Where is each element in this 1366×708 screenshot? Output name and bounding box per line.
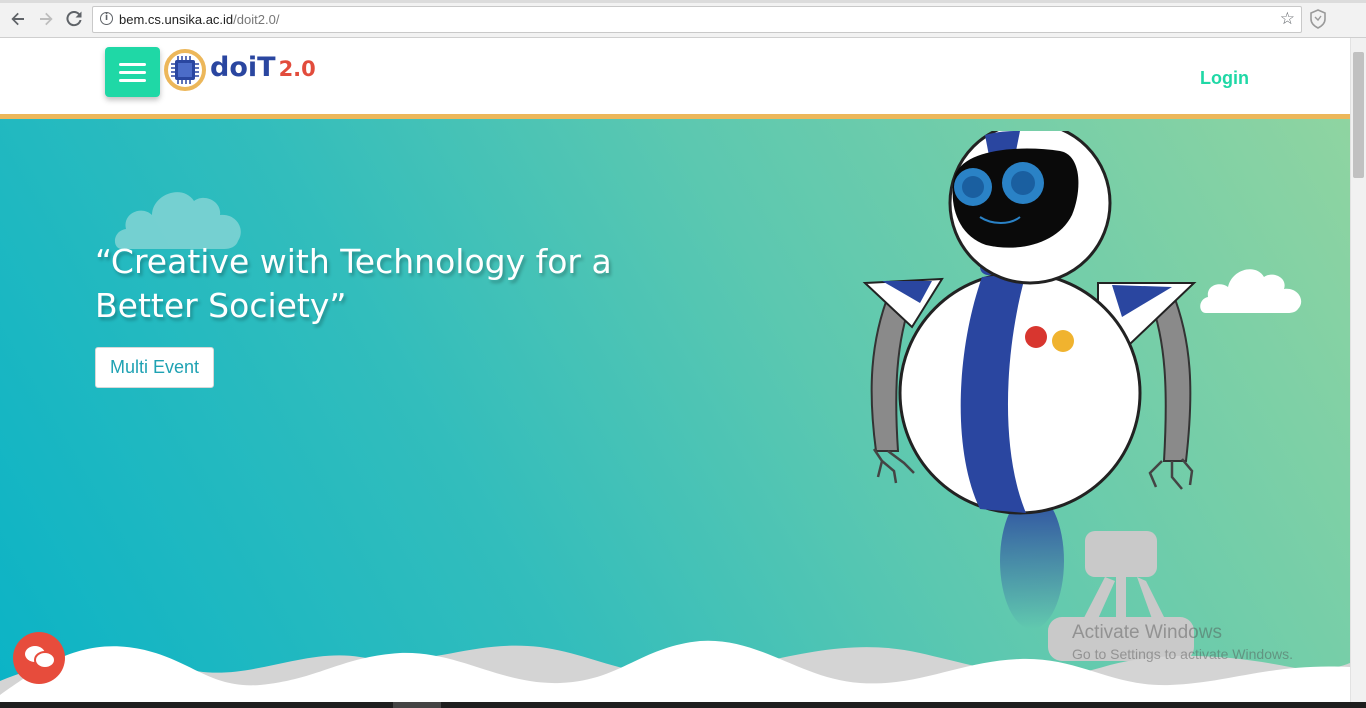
site-header: doiT 2.0 Login bbox=[0, 38, 1350, 119]
multi-event-button[interactable]: Multi Event bbox=[95, 347, 214, 388]
cloud-right-image bbox=[1200, 269, 1302, 313]
url-path: /doit2.0/ bbox=[233, 12, 280, 27]
reload-icon[interactable] bbox=[64, 9, 84, 29]
back-arrow-icon[interactable] bbox=[8, 9, 28, 29]
shield-icon[interactable] bbox=[1309, 9, 1327, 29]
info-icon[interactable]: i bbox=[100, 12, 113, 25]
menu-button[interactable] bbox=[105, 47, 160, 97]
web-page: doiT 2.0 Login “Creative with Technology … bbox=[0, 38, 1350, 702]
address-bar[interactable]: i bem.cs.unsika.ac.id/doit2.0/ ☆ bbox=[92, 6, 1302, 33]
taskbar-item[interactable] bbox=[393, 702, 441, 708]
chip-logo-icon bbox=[164, 49, 206, 91]
logo-text: doiT 2.0 bbox=[210, 52, 316, 83]
logo-text-main: doiT bbox=[210, 52, 276, 83]
watermark-subtitle: Go to Settings to activate Windows. bbox=[1072, 646, 1293, 662]
url-text[interactable]: bem.cs.unsika.ac.id/doit2.0/ bbox=[119, 12, 279, 27]
hero-headline: “Creative with Technology for a Better S… bbox=[95, 242, 612, 325]
chat-button[interactable] bbox=[13, 632, 65, 684]
page-scrollbar[interactable] bbox=[1350, 38, 1366, 702]
star-icon[interactable]: ☆ bbox=[1280, 9, 1295, 29]
os-taskbar bbox=[0, 702, 1366, 708]
site-logo[interactable]: doiT 2.0 bbox=[163, 46, 316, 94]
forward-arrow-icon[interactable] bbox=[36, 9, 56, 29]
browser-toolbar: i bem.cs.unsika.ac.id/doit2.0/ ☆ bbox=[0, 0, 1366, 38]
scrollbar-thumb[interactable] bbox=[1353, 52, 1364, 178]
tab-strip bbox=[0, 0, 1366, 3]
login-link[interactable]: Login bbox=[1200, 68, 1249, 89]
hero-section: “Creative with Technology for a Better S… bbox=[0, 119, 1350, 702]
robot-mascot-image bbox=[862, 131, 1197, 661]
windows-activation-watermark: Activate Windows Go to Settings to activ… bbox=[1072, 622, 1293, 662]
watermark-title: Activate Windows bbox=[1072, 622, 1222, 643]
chat-bubbles-icon bbox=[25, 646, 56, 669]
logo-text-version: 2.0 bbox=[278, 57, 316, 81]
url-host: bem.cs.unsika.ac.id bbox=[119, 12, 234, 27]
